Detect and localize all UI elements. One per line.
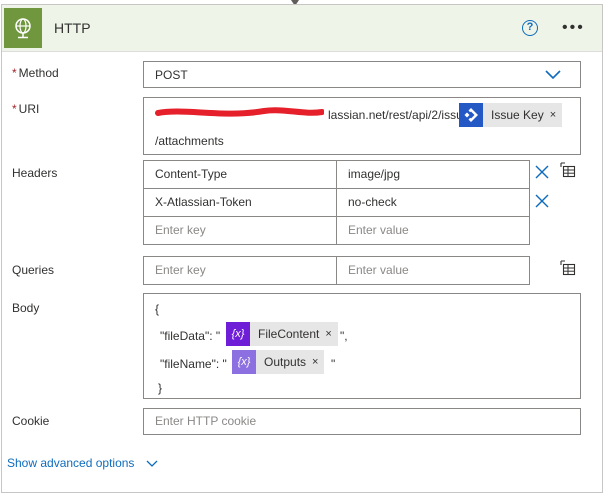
chevron-down-icon xyxy=(545,70,561,80)
query-key-input[interactable]: Enter key xyxy=(143,256,337,285)
body-close-brace: } xyxy=(158,381,163,395)
uri-label: * URI xyxy=(12,102,39,116)
delete-header-icon[interactable] xyxy=(535,194,549,208)
filedata-suffix: ", xyxy=(340,329,348,343)
action-title: HTTP xyxy=(54,20,91,36)
body-label: Body xyxy=(12,301,40,315)
header-value-1[interactable]: image/jpg xyxy=(336,160,530,189)
remove-token-icon[interactable]: × xyxy=(550,109,562,121)
body-open-brace: { xyxy=(155,302,160,316)
globe-icon xyxy=(4,8,42,48)
body-input[interactable]: { "fileData": " {x} FileContent × ", "fi… xyxy=(143,293,581,399)
header-key-1[interactable]: Content-Type xyxy=(143,160,337,189)
variable-icon: {x} xyxy=(232,350,256,374)
required-mark: * xyxy=(12,102,17,116)
issue-key-label: Issue Key xyxy=(491,108,544,122)
cookie-input[interactable]: Enter HTTP cookie xyxy=(143,408,581,435)
more-options-icon[interactable]: ••• xyxy=(562,19,585,37)
filecontent-token[interactable]: {x} FileContent × xyxy=(226,322,338,346)
query-value-input[interactable]: Enter value xyxy=(336,256,530,285)
advanced-label: Show advanced options xyxy=(7,456,135,470)
switch-to-text-mode-icon[interactable] xyxy=(560,260,576,276)
redaction-mark xyxy=(155,107,324,117)
uri-label-text: URI xyxy=(18,102,40,116)
method-value: POST xyxy=(155,68,188,82)
card-header[interactable]: HTTP ? ••• xyxy=(2,5,602,52)
remove-token-icon[interactable]: × xyxy=(312,356,324,368)
method-label-text: Method xyxy=(18,66,59,80)
filedata-prefix: "fileData": " xyxy=(160,329,221,343)
switch-to-text-mode-icon[interactable] xyxy=(560,162,576,178)
queries-label: Queries xyxy=(12,263,55,277)
filename-suffix: " xyxy=(331,357,336,371)
cookie-label: Cookie xyxy=(12,414,50,428)
filecontent-label: FileContent xyxy=(258,327,320,341)
header-value-input[interactable]: Enter value xyxy=(336,216,530,245)
header-key-input[interactable]: Enter key xyxy=(143,216,337,245)
outputs-label: Outputs xyxy=(264,355,307,369)
delete-header-icon[interactable] xyxy=(535,165,549,179)
method-select[interactable]: POST xyxy=(143,61,581,88)
header-value-2[interactable]: no-check xyxy=(336,188,530,217)
jira-icon xyxy=(459,103,483,127)
header-key-2[interactable]: X-Atlassian-Token xyxy=(143,188,337,217)
show-advanced-options-link[interactable]: Show advanced options xyxy=(7,456,158,470)
expression-icon: {x} xyxy=(226,322,250,346)
uri-line2: /attachments xyxy=(155,134,224,148)
filename-prefix: "fileName": " xyxy=(160,357,227,371)
uri-input[interactable]: lassian.net/rest/api/2/issue/ Issue Key … xyxy=(143,97,581,155)
remove-token-icon[interactable]: × xyxy=(325,328,337,340)
issue-key-token[interactable]: Issue Key × xyxy=(459,103,563,127)
outputs-token[interactable]: {x} Outputs × xyxy=(232,350,325,374)
required-mark: * xyxy=(12,66,17,80)
uri-text: lassian.net/rest/api/2/issue/ xyxy=(328,108,473,122)
help-icon[interactable]: ? xyxy=(522,20,538,36)
chevron-down-icon xyxy=(146,460,158,467)
http-action-card: HTTP ? ••• * Method POST * URI lassian.net… xyxy=(1,4,603,493)
headers-label: Headers xyxy=(12,166,58,180)
method-label: * Method xyxy=(12,66,59,80)
